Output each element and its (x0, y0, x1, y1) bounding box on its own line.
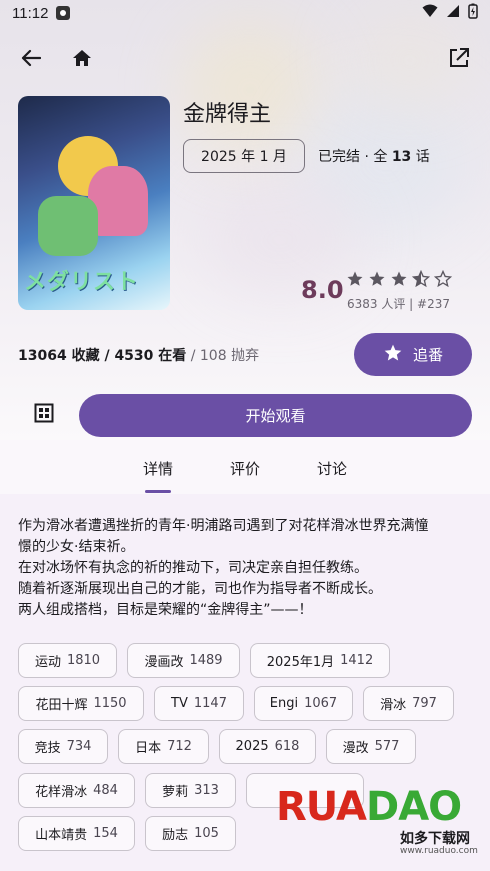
star-full-icon (368, 270, 386, 292)
tag-chip[interactable]: 励志 105 (145, 816, 236, 851)
tag-chip[interactable]: 滑冰 797 (363, 686, 454, 721)
episode-grid-button[interactable] (27, 398, 61, 432)
home-icon (72, 49, 92, 71)
tag-chip[interactable]: 竞技 734 (18, 729, 108, 764)
star-full-icon (390, 270, 408, 292)
grid-icon (34, 403, 54, 427)
active-tab-indicator (145, 490, 171, 493)
watermark-logo: RUADAO (276, 784, 462, 830)
watermark-url: www.ruaduo.com (400, 846, 478, 856)
tag-chip[interactable]: 花田十辉 1150 (18, 686, 144, 721)
status-bar: 11:12 (0, 0, 490, 26)
star-rating (346, 269, 453, 292)
signal-icon (446, 4, 460, 22)
synopsis: 作为滑冰者遭遇挫折的青年·明浦路司遇到了对花样滑冰世界充满憧 憬的少女·结束祈。… (18, 516, 480, 621)
open-in-new-icon (449, 48, 469, 72)
rating-count: 6383 人评 | #237 (347, 297, 450, 311)
synopsis-line: 作为滑冰者遭遇挫折的青年·明浦路司遇到了对花样滑冰世界充满憧 (18, 518, 429, 534)
synopsis-line: 憬的少女·结束祈。 (18, 539, 135, 555)
synopsis-line: 随着祈逐渐展现出自己的才能，司也作为指导者不断成长。 (18, 581, 382, 597)
tag-chip[interactable]: 漫画改 1489 (127, 643, 240, 678)
synopsis-line: 两人组成搭档，目标是荣耀的“金牌得主”——！ (18, 602, 313, 618)
tag-chip[interactable]: TV 1147 (154, 686, 244, 721)
tab-details[interactable]: 详情 (143, 458, 173, 479)
score-value: 8.0 (301, 276, 344, 304)
tag-chip[interactable]: 萝莉 313 (145, 773, 236, 808)
follow-button[interactable]: 追番 (354, 333, 472, 376)
watermark-name: 如多下载网 (400, 831, 470, 847)
arrow-back-icon (21, 49, 42, 71)
cover-logo: メダリスト (24, 270, 140, 295)
follow-label: 追番 (412, 346, 443, 364)
tab-bar: 详情 评价 讨论 (0, 448, 490, 494)
star-half-icon (411, 269, 431, 292)
star-icon (383, 343, 403, 367)
tag-chip[interactable]: 运动 1810 (18, 643, 117, 678)
status-time: 11:12 (12, 4, 49, 22)
wifi-icon (422, 4, 438, 22)
tab-reviews[interactable]: 评价 (230, 458, 260, 479)
collect-watching-stats: 13064 收藏 / 4530 在看 (18, 348, 187, 364)
star-empty-icon (433, 269, 453, 292)
tag-chip[interactable]: 日本 712 (118, 729, 209, 764)
air-date-chip[interactable]: 2025 年 1 月 (183, 139, 305, 173)
tag-chip[interactable]: 漫改 577 (326, 729, 416, 764)
tag-chip[interactable]: 2025 618 (219, 729, 316, 764)
home-button[interactable] (62, 40, 102, 80)
tag-chip[interactable]: 花样滑冰 484 (18, 773, 135, 808)
cover-image[interactable]: メダリスト (18, 96, 170, 310)
tag-chip[interactable]: Engi 1067 (254, 686, 353, 721)
battery-icon (468, 3, 478, 23)
top-app-bar (0, 40, 490, 84)
dropped-stats: / 108 抛弃 (186, 348, 260, 364)
open-external-button[interactable] (439, 40, 479, 80)
episode-status: 已完结 · 全 13 话 (318, 149, 430, 165)
tag-chip[interactable]: 2025年1月 1412 (250, 643, 390, 678)
start-watching-button[interactable]: 开始观看 (79, 394, 472, 437)
star-full-icon (346, 270, 364, 292)
synopsis-line: 在对冰场怀有执念的祈的推动下，司决定亲自担任教练。 (18, 560, 368, 576)
tag-chip[interactable]: 山本靖贵 154 (18, 816, 135, 851)
back-button[interactable] (11, 40, 51, 80)
tab-discussion[interactable]: 讨论 (317, 458, 347, 479)
site-watermark: RUADAO 如多下载网 www.ruaduo.com (272, 784, 482, 864)
anime-title: 金牌得主 (183, 102, 272, 127)
notification-app-icon (56, 6, 71, 20)
collection-stats: 13064 收藏 / 4530 在看 / 108 抛弃 (18, 345, 259, 365)
